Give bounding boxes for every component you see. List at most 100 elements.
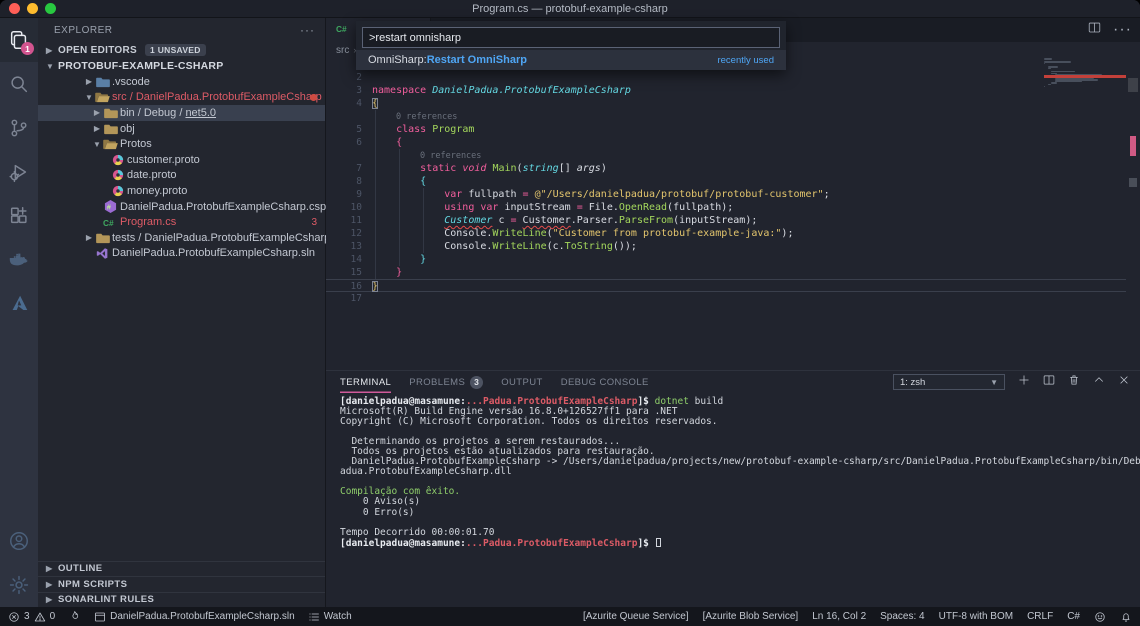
code-line[interactable]: 17 [326, 292, 1140, 305]
tree-item[interactable]: DanielPadua.ProtobufExampleCsharp.sln [38, 246, 325, 262]
minimap[interactable] [1044, 58, 1126, 102]
tree-item[interactable]: customer.proto [38, 152, 325, 168]
code-line[interactable]: 2 [326, 71, 1140, 84]
status-label: CRLF [1027, 611, 1053, 622]
code-token [372, 254, 420, 265]
tree-item-label: customer.proto [127, 154, 200, 166]
code-line[interactable]: 5 class Program [326, 123, 1140, 136]
code-line[interactable]: 7 static void Main(string[] args) [326, 162, 1140, 175]
tree-item[interactable]: ▶bin / Debug / net5.0 [38, 105, 325, 121]
code-line[interactable]: 11 Customer c = Customer.Parser.ParseFro… [326, 214, 1140, 227]
code-token: static [420, 163, 462, 174]
overview-ruler[interactable] [1126, 58, 1140, 371]
breadcrumb-item[interactable]: src [336, 45, 349, 56]
code-line[interactable]: 3namespace DanielPadua.ProtobufExampleCs… [326, 84, 1140, 97]
close-panel-icon[interactable] [1118, 373, 1130, 391]
code-line[interactable]: 14 } [326, 253, 1140, 266]
sidebar-section-outline[interactable]: ▶OUTLINE [38, 561, 325, 577]
code-token: (fullpath); [667, 202, 733, 213]
code-editor[interactable]: 1using System;23namespace DanielPadua.Pr… [326, 58, 1140, 371]
more-actions-icon[interactable]: ··· [1113, 21, 1132, 39]
command-palette-input[interactable] [362, 27, 780, 48]
split-terminal-icon[interactable] [1043, 373, 1055, 391]
status-feedback[interactable] [1094, 611, 1106, 623]
tab-terminal[interactable]: TERMINAL [340, 371, 391, 393]
open-editors-section[interactable]: ▶ OPEN EDITORS 1 UNSAVED [38, 42, 325, 58]
split-editor-icon[interactable] [1088, 21, 1101, 39]
tree-item[interactable]: ▶obj [38, 121, 325, 137]
status-language-mode[interactable]: C# [1067, 611, 1080, 622]
status-encoding[interactable]: UTF-8 with BOM [939, 611, 1013, 622]
code-token: fullpath [462, 189, 522, 200]
chevron-right-icon: ▶ [84, 77, 94, 86]
terminal-text: [danielpadua@masamune: [340, 538, 466, 549]
command-palette-result[interactable]: OmniSharp: Restart OmniSharp recently us… [356, 50, 786, 70]
code-line[interactable]: 10 using var inputStream = File.OpenRead… [326, 201, 1140, 214]
code-token [372, 267, 396, 278]
code-line[interactable]: 16} [326, 279, 1126, 292]
chevron-right-icon: ▶ [46, 564, 58, 573]
status-problems[interactable]: 30 [8, 611, 55, 623]
code-text: } [372, 266, 402, 279]
code-token [372, 202, 444, 213]
code-text: Customer c = Customer.Parser.ParseFrom(i… [372, 214, 757, 227]
tree-item[interactable]: ▶ .vscode [38, 74, 325, 90]
terminal-output[interactable]: [danielpadua@masamune:...Padua.ProtobufE… [340, 397, 1134, 603]
status-azurite-blob[interactable]: [Azurite Blob Service] [703, 611, 799, 622]
tree-item[interactable]: C#Program.cs3 [38, 214, 325, 230]
activity-search-icon[interactable] [0, 62, 38, 106]
status-notifications[interactable] [1120, 611, 1132, 623]
scrollbar-slider[interactable] [1128, 78, 1138, 92]
activity-files-icon[interactable]: 1 [0, 18, 38, 62]
activity-azure-icon[interactable] [0, 282, 38, 326]
tree-item[interactable]: date.proto [38, 168, 325, 184]
tab-debug-console[interactable]: DEBUG CONSOLE [561, 371, 649, 393]
status-azurite-queue[interactable]: [Azurite Queue Service] [583, 611, 689, 622]
new-terminal-icon[interactable] [1018, 373, 1030, 391]
kill-terminal-icon[interactable] [1068, 373, 1080, 391]
cursor-marker [1129, 178, 1137, 187]
code-line[interactable]: 9 var fullpath = @"/Users/danielpadua/pr… [326, 188, 1140, 201]
terminal-shell-select[interactable]: 1: zsh▼ [893, 374, 1005, 390]
tree-item[interactable]: money.proto [38, 183, 325, 199]
code-token [372, 215, 444, 226]
code-token [372, 176, 420, 187]
sidebar-section-npm-scripts[interactable]: ▶NPM SCRIPTS [38, 576, 325, 592]
tree-item[interactable]: ▼Protos [38, 136, 325, 152]
code-line[interactable]: 4{ [326, 97, 1140, 110]
activity-extensions-icon[interactable] [0, 194, 38, 238]
tree-item[interactable]: ▶tests / DanielPadua.ProtobufExampleCsha… [38, 230, 325, 246]
code-line[interactable]: 8 { [326, 175, 1140, 188]
maximize-panel-icon[interactable] [1093, 373, 1105, 391]
indent-guide [375, 149, 376, 162]
code-token: "Customer from protobuf-example-java:" [553, 228, 782, 239]
chevron-right-icon: ▶ [46, 595, 58, 604]
tree-item[interactable]: ▼src / DanielPadua.ProtobufExampleCsharp [38, 90, 325, 106]
status-watch[interactable]: Watch [308, 611, 352, 623]
status-indentation[interactable]: Spaces: 4 [880, 611, 924, 622]
tree-item[interactable]: #DanielPadua.ProtobufExampleCsharp.cspro… [38, 199, 325, 215]
status-omnisharp-flame[interactable] [68, 610, 81, 623]
tree-item-label: tests / DanielPadua.ProtobufExampleCshar… [112, 232, 359, 244]
tab-output[interactable]: OUTPUT [501, 371, 542, 393]
activity-account-icon[interactable] [0, 519, 38, 563]
activity-run-debug-icon[interactable] [0, 150, 38, 194]
status-cursor-position[interactable]: Ln 16, Col 2 [812, 611, 866, 622]
sidebar-title: EXPLORER [54, 25, 112, 36]
code-line[interactable]: 13 Console.WriteLine(c.ToString()); [326, 240, 1140, 253]
activity-source-control-icon[interactable] [0, 106, 38, 150]
tree-item-label: .vscode [112, 76, 150, 88]
code-token: } [396, 267, 402, 278]
activity-gear-icon[interactable] [0, 563, 38, 607]
activity-docker-icon[interactable] [0, 238, 38, 282]
explorer-more-actions-icon[interactable]: ··· [300, 23, 315, 37]
status-eol[interactable]: CRLF [1027, 611, 1053, 622]
code-line[interactable]: 6 { [326, 136, 1140, 149]
status-active-project[interactable]: DanielPadua.ProtobufExampleCsharp.sln [94, 611, 295, 623]
workspace-root-folder[interactable]: ▼ PROTOBUF-EXAMPLE-CSHARP [38, 58, 325, 74]
sidebar-section-sonarlint-rules[interactable]: ▶SONARLINT RULES [38, 592, 325, 608]
tab-problems[interactable]: PROBLEMS3 [409, 371, 483, 393]
code-line[interactable]: 15 } [326, 266, 1140, 279]
code-line[interactable]: 12 Console.WriteLine("Customer from prot… [326, 227, 1140, 240]
status-label: C# [1067, 611, 1080, 622]
